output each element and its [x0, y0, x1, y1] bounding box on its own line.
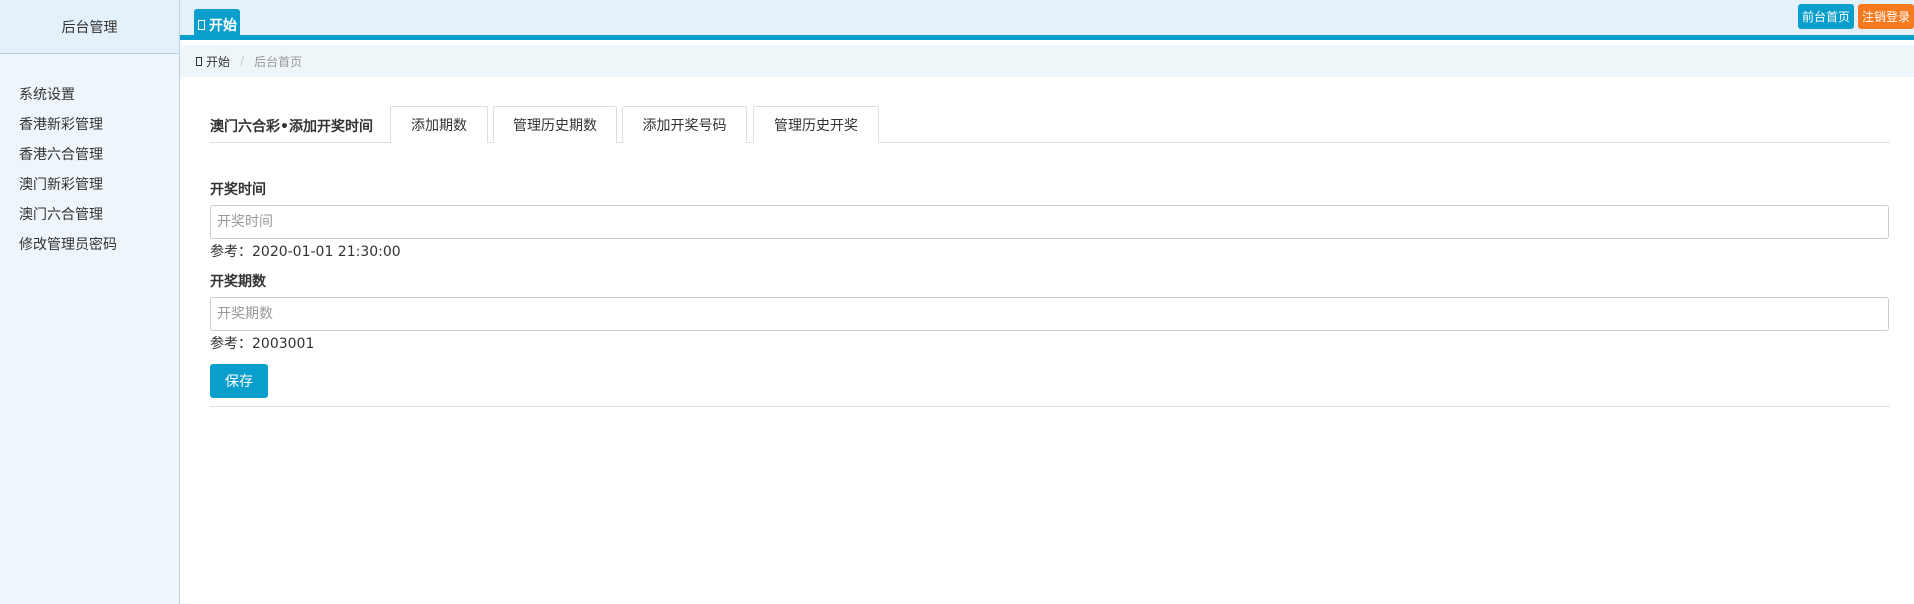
sidebar-item-hk-mark-six[interactable]: 香港六合管理	[0, 140, 179, 170]
sidebar-menu: 系统设置 香港新彩管理 香港六合管理 澳门新彩管理 澳门六合管理 修改管理员密码	[0, 54, 179, 260]
home-icon	[198, 19, 205, 30]
tab-start[interactable]: 开始	[194, 9, 240, 40]
logout-button[interactable]: 注销登录	[1857, 4, 1914, 29]
draw-time-hint: 参考：2020-01-01 21:30:00	[210, 244, 401, 260]
tab-add-draw-numbers[interactable]: 添加开奖号码	[622, 106, 747, 143]
add-draw-time-form: 开奖时间 参考：2020-01-01 21:30:00 开奖期数 参考：2003…	[210, 143, 1890, 407]
breadcrumb-start[interactable]: 开始	[206, 53, 230, 70]
draw-time-label: 开奖时间	[210, 182, 266, 198]
draw-time-input[interactable]	[210, 205, 1889, 239]
form-divider	[210, 406, 1890, 407]
draw-period-hint: 参考：2003001	[210, 336, 315, 352]
sidebar-item-hk-new-lottery[interactable]: 香港新彩管理	[0, 110, 179, 140]
home-icon	[196, 56, 202, 66]
tab-start-label: 开始	[209, 17, 237, 34]
page-title: 澳门六合彩•添加开奖时间	[210, 119, 373, 135]
sidebar-item-system-settings[interactable]: 系统设置	[0, 80, 179, 110]
sidebar: 后台管理 系统设置 香港新彩管理 香港六合管理 澳门新彩管理 澳门六合管理 修改…	[0, 0, 180, 604]
sidebar-title: 后台管理	[0, 0, 179, 54]
breadcrumb-current: 后台首页	[254, 54, 303, 69]
top-bar: 开始 前台首页 注销登录	[180, 0, 1914, 40]
tab-manage-history-draws[interactable]: 管理历史开奖	[753, 106, 879, 143]
sidebar-item-change-admin-password[interactable]: 修改管理员密码	[0, 230, 179, 260]
tab-add-period[interactable]: 添加期数	[390, 106, 488, 143]
breadcrumb-separator: /	[240, 54, 245, 68]
draw-period-input[interactable]	[210, 297, 1889, 331]
sidebar-item-macau-mark-six[interactable]: 澳门六合管理	[0, 200, 179, 230]
save-button[interactable]: 保存	[210, 364, 268, 398]
tab-manage-history-periods[interactable]: 管理历史期数	[493, 106, 617, 143]
main-content: 澳门六合彩•添加开奖时间 添加期数 管理历史期数 添加开奖号码 管理历史开奖 开…	[210, 78, 1890, 407]
frontend-home-button[interactable]: 前台首页	[1797, 4, 1854, 29]
draw-period-label: 开奖期数	[210, 274, 266, 290]
breadcrumb: 开始 / 后台首页	[180, 45, 1914, 77]
tab-bar: 澳门六合彩•添加开奖时间 添加期数 管理历史期数 添加开奖号码 管理历史开奖	[210, 78, 1890, 143]
sidebar-item-macau-new-lottery[interactable]: 澳门新彩管理	[0, 170, 179, 200]
top-buttons: 前台首页 注销登录	[1797, 4, 1914, 29]
